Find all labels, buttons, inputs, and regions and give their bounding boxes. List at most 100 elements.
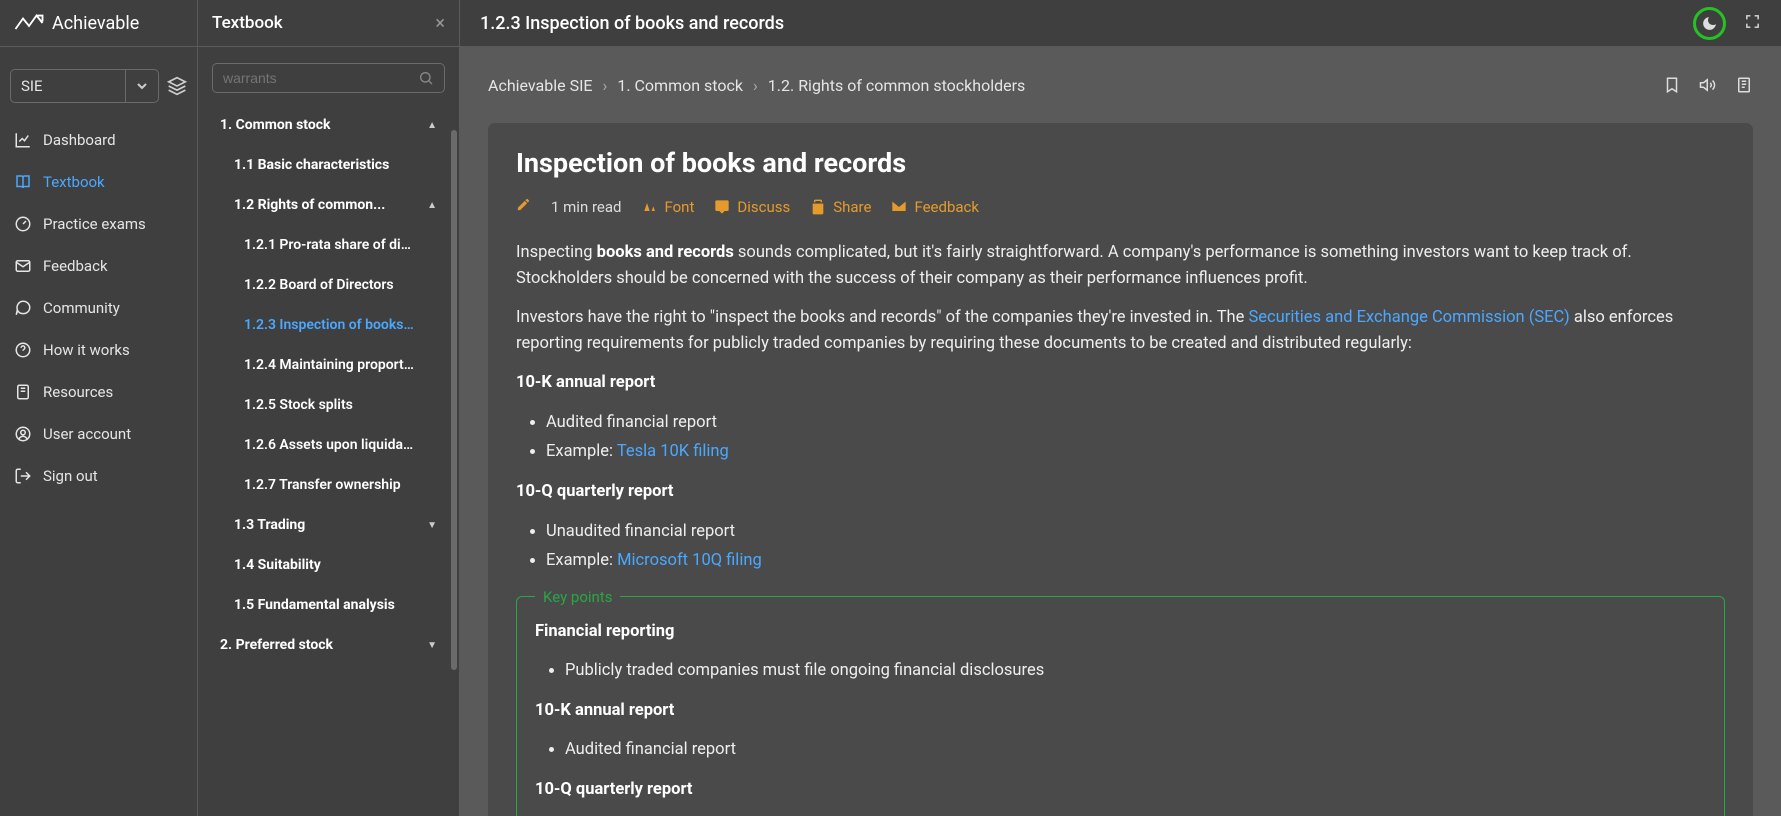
- toc-label: 1.2.3 Inspection of books an...: [244, 317, 414, 333]
- toc-chapter-1[interactable]: 1. Common stock ▲: [198, 105, 459, 145]
- article-heading: Inspection of books and records: [516, 147, 1725, 179]
- breadcrumb-section[interactable]: 1.2. Rights of common stockholders: [768, 76, 1026, 95]
- book-icon: [14, 173, 32, 191]
- toc-label: 1.2 Rights of common...: [234, 197, 385, 213]
- nav-feedback[interactable]: Feedback: [0, 245, 197, 287]
- nav-textbook[interactable]: Textbook: [0, 161, 197, 203]
- toc-label: 1. Common stock: [220, 117, 331, 133]
- mail-icon: [14, 257, 32, 275]
- nav-practice-exams[interactable]: Practice exams: [0, 203, 197, 245]
- chevron-right-icon: ›: [603, 76, 608, 95]
- chevron-down-icon: [125, 70, 148, 102]
- chevron-up-icon: ▲: [427, 120, 437, 131]
- share-button[interactable]: Share: [810, 198, 871, 216]
- toc-chapter-2[interactable]: 2. Preferred stock ▼: [198, 625, 459, 665]
- toc-page-1-2-6[interactable]: 1.2.6 Assets upon liquidation: [198, 425, 459, 465]
- toc-label: 1.2.5 Stock splits: [244, 397, 353, 413]
- chevron-up-icon: ▲: [427, 200, 437, 211]
- main-nav-sidebar: Achievable SIE Dashboard Textbook Practi…: [0, 0, 198, 816]
- toc-label: 1.2.7 Transfer ownership: [244, 477, 401, 493]
- reader-icon[interactable]: [1735, 76, 1753, 94]
- chevron-right-icon: ›: [753, 76, 758, 95]
- kp-heading: 10-Q quarterly report: [535, 777, 1706, 803]
- toc-scrollbar[interactable]: [451, 130, 457, 670]
- audio-icon[interactable]: [1699, 76, 1717, 94]
- meta-label: Font: [664, 198, 694, 216]
- note-icon: [14, 383, 32, 401]
- brand-logo[interactable]: Achievable: [0, 0, 197, 47]
- toc-section-1-2[interactable]: 1.2 Rights of common... ▲: [198, 185, 459, 225]
- paragraph: Inspecting books and records sounds comp…: [516, 240, 1725, 291]
- toc-label: 1.1 Basic characteristics: [234, 157, 389, 173]
- nav-resources[interactable]: Resources: [0, 371, 197, 413]
- chevron-down-icon: ▼: [427, 520, 437, 531]
- article-card: Inspection of books and records 1 min re…: [488, 123, 1753, 816]
- toc-panel: Textbook × 1. Common stock ▲ 1.1 Basic ch…: [198, 0, 460, 816]
- toc-title: Textbook: [212, 13, 283, 33]
- toc-page-1-2-7[interactable]: 1.2.7 Transfer ownership: [198, 465, 459, 505]
- toc-page-1-2-2[interactable]: 1.2.2 Board of Directors: [198, 265, 459, 305]
- feedback-button[interactable]: Feedback: [891, 198, 979, 216]
- toc-page-1-2-1[interactable]: 1.2.1 Pro-rata share of divid...: [198, 225, 459, 265]
- nav-label: Feedback: [43, 257, 108, 275]
- toc-page-1-2-3[interactable]: 1.2.3 Inspection of books an...: [198, 305, 459, 345]
- toc-label: 1.2.1 Pro-rata share of divid...: [244, 237, 414, 253]
- toc-label: 1.5 Fundamental analysis: [234, 597, 395, 613]
- bookmark-icon[interactable]: [1663, 76, 1681, 94]
- key-points-label: Key points: [535, 586, 620, 609]
- list-item: Publicly traded companies must file ongo…: [565, 658, 1706, 684]
- nav-how-it-works[interactable]: How it works: [0, 329, 197, 371]
- search-input[interactable]: [223, 70, 418, 86]
- breadcrumb-root[interactable]: Achievable SIE: [488, 76, 593, 95]
- nav-label: Practice exams: [43, 215, 146, 233]
- close-icon[interactable]: ×: [435, 13, 445, 34]
- fullscreen-button[interactable]: [1744, 13, 1761, 34]
- course-selector[interactable]: SIE: [10, 69, 159, 103]
- nav-label: Dashboard: [43, 131, 116, 149]
- brand-name: Achievable: [52, 13, 139, 34]
- tesla-10k-link[interactable]: Tesla 10K filing: [617, 442, 729, 461]
- meta-label: Discuss: [737, 198, 790, 216]
- nav-label: How it works: [43, 341, 130, 359]
- toc-page-1-2-5[interactable]: 1.2.5 Stock splits: [198, 385, 459, 425]
- nav-sign-out[interactable]: Sign out: [0, 455, 197, 497]
- chevron-down-icon: ▼: [427, 640, 437, 651]
- breadcrumb-chapter[interactable]: 1. Common stock: [617, 76, 743, 95]
- nav-label: Resources: [43, 383, 113, 401]
- toc-page-1-2-4[interactable]: 1.2.4 Maintaining proportion...: [198, 345, 459, 385]
- logo-mark-icon: [14, 13, 44, 33]
- toc-label: 1.2.6 Assets upon liquidation: [244, 437, 414, 453]
- edit-icon[interactable]: [516, 197, 531, 216]
- fullscreen-icon: [1744, 13, 1761, 30]
- dark-mode-toggle[interactable]: [1693, 7, 1726, 40]
- list-item: Audited financial report: [565, 737, 1706, 763]
- toc-section-1-4[interactable]: 1.4 Suitability: [198, 545, 459, 585]
- help-circle-icon: [14, 341, 32, 359]
- sec-link[interactable]: Securities and Exchange Commission (SEC): [1248, 308, 1569, 327]
- key-points-box: Key points Financial reporting Publicly …: [516, 596, 1725, 816]
- toc-search[interactable]: [212, 63, 445, 93]
- toc-label: 1.4 Suitability: [234, 557, 321, 573]
- library-stack-icon[interactable]: [167, 76, 187, 96]
- toc-label: 1.3 Trading: [234, 517, 305, 533]
- sign-out-icon: [14, 467, 32, 485]
- list: Unaudited financial report Example: Micr…: [546, 519, 1725, 574]
- nav-dashboard[interactable]: Dashboard: [0, 119, 197, 161]
- kp-heading: 10-K annual report: [535, 698, 1706, 724]
- toc-section-1-3[interactable]: 1.3 Trading ▼: [198, 505, 459, 545]
- nav-label: Community: [43, 299, 120, 317]
- toc-section-1-5[interactable]: 1.5 Fundamental analysis: [198, 585, 459, 625]
- user-circle-icon: [14, 425, 32, 443]
- page-title: 1.2.3 Inspection of books and records: [480, 13, 784, 34]
- reading-time: 1 min read: [551, 198, 621, 216]
- gauge-icon: [14, 215, 32, 233]
- kp-heading: Financial reporting: [535, 619, 1706, 645]
- toc-section-1-1[interactable]: 1.1 Basic characteristics: [198, 145, 459, 185]
- toc-label: 2. Preferred stock: [220, 637, 333, 653]
- microsoft-10q-link[interactable]: Microsoft 10Q filing: [617, 551, 762, 570]
- discuss-button[interactable]: Discuss: [714, 198, 790, 216]
- nav-community[interactable]: Community: [0, 287, 197, 329]
- nav-user-account[interactable]: User account: [0, 413, 197, 455]
- nav-label: Sign out: [43, 467, 98, 485]
- font-size-button[interactable]: Font: [641, 198, 694, 216]
